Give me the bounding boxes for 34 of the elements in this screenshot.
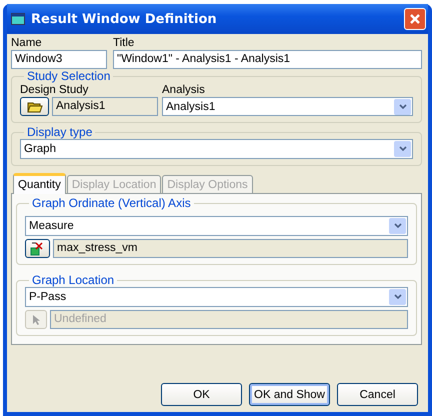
display-type-dropdown[interactable]: Graph xyxy=(20,139,413,159)
group-title: Graph Location xyxy=(31,273,116,287)
group-title: Display type xyxy=(26,125,94,139)
analysis-dropdown[interactable]: Analysis1 xyxy=(162,97,413,116)
dialog-button[interactable]: Cancel xyxy=(337,383,418,406)
title-field[interactable]: "Window1" - Analysis1 - Analysis1 xyxy=(113,50,422,69)
dialog-button[interactable]: OK xyxy=(161,383,242,406)
dialog-button[interactable]: OK and Show xyxy=(249,383,330,406)
design-study-field: Analysis1 xyxy=(52,97,158,116)
entity-field: Undefined xyxy=(50,310,408,329)
graph-location-dropdown[interactable]: P-Pass xyxy=(25,287,408,307)
ordinate-dropdown[interactable]: Measure xyxy=(25,216,408,236)
cursor-icon xyxy=(32,314,40,326)
field-label: Title xyxy=(113,36,136,50)
open-folder-button[interactable] xyxy=(20,97,49,116)
close-icon xyxy=(409,13,421,25)
tab[interactable]: Quantity xyxy=(13,173,66,194)
name-field[interactable]: Window3 xyxy=(11,50,107,69)
chevron-down-icon xyxy=(394,223,402,229)
close-button[interactable] xyxy=(404,8,426,30)
chevron-down-icon xyxy=(398,104,406,110)
field-label: Name xyxy=(11,36,43,50)
group-title: Graph Ordinate (Vertical) Axis xyxy=(31,196,192,210)
chevron-down-icon xyxy=(394,294,402,300)
field-label: Design Study xyxy=(20,83,90,97)
window-icon xyxy=(11,13,25,25)
chevron-down-icon xyxy=(398,146,406,152)
measure-field: max_stress_vm xyxy=(53,239,408,258)
folder-icon xyxy=(26,100,42,112)
measure-icon xyxy=(30,242,45,256)
group-title: Study Selection xyxy=(26,69,112,83)
field-label: Analysis xyxy=(162,83,206,97)
select-measure-button[interactable] xyxy=(25,239,50,258)
window-title: Result Window Definition xyxy=(31,12,218,26)
